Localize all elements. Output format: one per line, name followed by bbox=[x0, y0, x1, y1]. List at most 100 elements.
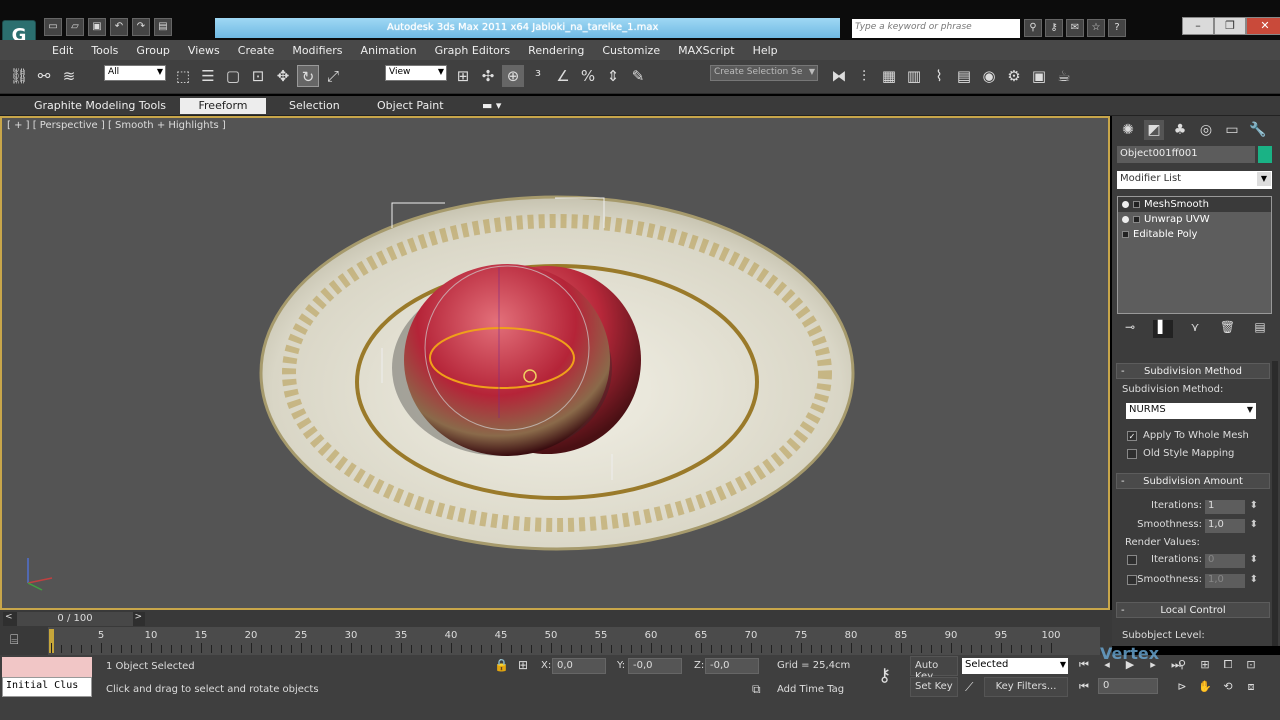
reference-coordinate-select[interactable]: View bbox=[385, 65, 447, 81]
select-rotate-icon[interactable]: ↻ bbox=[297, 65, 319, 87]
menu-rendering[interactable]: Rendering bbox=[519, 40, 593, 60]
lightbulb-icon[interactable] bbox=[1122, 216, 1129, 223]
menu-maxscript[interactable]: MAXScript bbox=[669, 40, 743, 60]
graphite-toggle-icon[interactable]: ▥ bbox=[903, 65, 925, 87]
perspective-viewport[interactable]: [ + ] [ Perspective ] [ Smooth + Highlig… bbox=[0, 116, 1110, 610]
make-unique-icon[interactable]: ⋎ bbox=[1185, 320, 1205, 338]
menu-customize[interactable]: Customize bbox=[593, 40, 669, 60]
y-coordinate-field[interactable]: -0,0 bbox=[628, 658, 682, 674]
bind-space-warp-icon[interactable]: ≋ bbox=[58, 65, 80, 87]
select-manipulate-icon[interactable]: ✣ bbox=[477, 65, 499, 87]
lightbulb-icon[interactable] bbox=[1122, 201, 1129, 208]
select-scale-icon[interactable]: ⤢ bbox=[322, 65, 344, 87]
render-production-icon[interactable]: ☕ bbox=[1053, 65, 1075, 87]
open-file-icon[interactable]: ▱ bbox=[66, 18, 84, 36]
project-folder-icon[interactable]: ▤ bbox=[154, 18, 172, 36]
layer-manager-icon[interactable]: ▦ bbox=[878, 65, 900, 87]
track-bar[interactable]: 5 10 15 20 25 30 35 40 45 50 55 60 65 70 75 80 85 90 95 100 bbox=[48, 627, 1100, 656]
key-mode-toggle-icon[interactable]: ⏮ bbox=[1074, 678, 1094, 696]
maxscript-listener-top[interactable] bbox=[2, 657, 92, 677]
spinner-snap-icon[interactable]: ⇕ bbox=[602, 65, 624, 87]
command-panel-scrollbar[interactable] bbox=[1272, 361, 1278, 646]
menu-graph-editors[interactable]: Graph Editors bbox=[426, 40, 520, 60]
modify-tab-icon[interactable]: ◩ bbox=[1144, 120, 1164, 140]
communication-icon[interactable]: ✉ bbox=[1066, 19, 1084, 37]
field-of-view-icon[interactable]: ⊳ bbox=[1172, 678, 1192, 696]
material-editor-icon[interactable]: ◉ bbox=[978, 65, 1000, 87]
angle-snap-icon[interactable]: ∠ bbox=[552, 65, 574, 87]
selection-filter-select[interactable]: All bbox=[104, 65, 166, 81]
menu-tools[interactable]: Tools bbox=[82, 40, 127, 60]
search-input[interactable]: Type a keyword or phrase bbox=[852, 19, 1020, 38]
save-file-icon[interactable]: ▣ bbox=[88, 18, 106, 36]
snap-toggle-icon[interactable]: ³ bbox=[527, 65, 549, 87]
percent-snap-icon[interactable]: % bbox=[577, 65, 599, 87]
select-by-name-icon[interactable]: ☰ bbox=[197, 65, 219, 87]
tab-selection[interactable]: Selection bbox=[283, 98, 346, 114]
pin-stack-icon[interactable]: ⊸ bbox=[1120, 320, 1140, 338]
maximize-viewport-icon[interactable]: ⧈ bbox=[1241, 678, 1261, 696]
subdivision-method-select[interactable]: NURMS bbox=[1126, 403, 1256, 419]
go-to-start-icon[interactable]: ⏮ bbox=[1074, 656, 1094, 674]
remove-modifier-icon[interactable]: 🗑 bbox=[1218, 320, 1238, 338]
minimize-icon[interactable]: – bbox=[1182, 17, 1214, 35]
object-color-swatch[interactable] bbox=[1258, 146, 1272, 163]
stack-item-meshsmooth[interactable]: MeshSmooth bbox=[1118, 197, 1271, 212]
mirror-icon[interactable]: ⧓ bbox=[828, 65, 850, 87]
menu-views[interactable]: Views bbox=[179, 40, 229, 60]
z-coordinate-field[interactable]: -0,0 bbox=[705, 658, 759, 674]
ribbon-options-icon[interactable]: ▬ ▾ bbox=[476, 98, 507, 114]
display-tab-icon[interactable]: ▭ bbox=[1222, 120, 1242, 140]
zoom-all-icon[interactable]: ⊞ bbox=[1195, 656, 1215, 674]
undo-icon[interactable]: ↶ bbox=[110, 18, 128, 36]
curve-editor-icon[interactable]: ⌇ bbox=[928, 65, 950, 87]
iterations-spinner[interactable]: 1 bbox=[1205, 500, 1258, 514]
time-slider[interactable]: < 0 / 100 > bbox=[3, 612, 145, 626]
time-tag-icon[interactable]: ⧉ bbox=[752, 682, 761, 697]
close-icon[interactable]: ✕ bbox=[1246, 17, 1280, 35]
object-name-field[interactable]: Object001ff001 bbox=[1117, 146, 1255, 163]
apply-whole-mesh-checkbox[interactable]: ✓ bbox=[1127, 431, 1137, 441]
render-iterations-spinner[interactable]: 0 bbox=[1205, 554, 1258, 568]
zoom-extents-icon[interactable]: ⧠ bbox=[1218, 656, 1238, 674]
rendered-frame-window-icon[interactable]: ▣ bbox=[1028, 65, 1050, 87]
align-icon[interactable]: ⫶ bbox=[853, 65, 875, 87]
menu-edit[interactable]: Edit bbox=[43, 40, 82, 60]
orbit-icon[interactable]: ⟲ bbox=[1218, 678, 1238, 696]
tab-graphite-modeling-tools[interactable]: Graphite Modeling Tools bbox=[28, 98, 172, 114]
time-slider-thumb[interactable]: 0 / 100 bbox=[17, 612, 133, 626]
hierarchy-tab-icon[interactable]: ♣ bbox=[1170, 120, 1190, 140]
stack-item-unwrap-uvw[interactable]: Unwrap UVW bbox=[1118, 212, 1271, 227]
restore-icon[interactable]: ❐ bbox=[1214, 17, 1246, 35]
rollout-subdivision-method[interactable]: - Subdivision Method bbox=[1116, 363, 1270, 379]
motion-tab-icon[interactable]: ◎ bbox=[1196, 120, 1216, 140]
prev-frame-icon[interactable]: < bbox=[5, 612, 13, 622]
edit-named-selection-icon[interactable]: ✎ bbox=[627, 65, 649, 87]
pivot-center-icon[interactable]: ⊞ bbox=[452, 65, 474, 87]
rollout-subdivision-amount[interactable]: - Subdivision Amount bbox=[1116, 473, 1270, 489]
unlink-icon[interactable]: ⚯ bbox=[33, 65, 55, 87]
menu-animation[interactable]: Animation bbox=[352, 40, 426, 60]
add-time-tag-button[interactable]: Add Time Tag bbox=[777, 684, 844, 695]
utilities-tab-icon[interactable]: 🔧 bbox=[1248, 120, 1268, 140]
select-object-icon[interactable]: ⬚ bbox=[172, 65, 194, 87]
smoothness-spinner[interactable]: 1,0 bbox=[1205, 519, 1258, 533]
lock-selection-icon[interactable]: 🔒 bbox=[494, 658, 509, 672]
rollout-local-control[interactable]: - Local Control bbox=[1116, 602, 1270, 618]
keyboard-shortcut-override-icon[interactable]: ⊕ bbox=[502, 65, 524, 87]
next-frame-icon[interactable]: > bbox=[134, 612, 142, 622]
current-frame-field[interactable]: 0 bbox=[1098, 678, 1158, 694]
show-end-result-icon[interactable]: ▌ bbox=[1152, 320, 1173, 338]
auto-key-button[interactable]: Auto Key bbox=[910, 656, 958, 682]
key-mode-select[interactable]: Selected bbox=[962, 658, 1068, 674]
new-file-icon[interactable]: ▭ bbox=[44, 18, 62, 36]
render-smoothness-spinner[interactable]: 1,0 bbox=[1205, 574, 1258, 588]
named-selection-set-select[interactable]: Create Selection Se bbox=[710, 65, 818, 81]
zoom-icon[interactable]: ⚲ bbox=[1172, 656, 1192, 674]
create-tab-icon[interactable]: ✺ bbox=[1118, 120, 1138, 140]
schematic-view-icon[interactable]: ▤ bbox=[953, 65, 975, 87]
zoom-extents-all-icon[interactable]: ⊡ bbox=[1241, 656, 1261, 674]
menu-create[interactable]: Create bbox=[229, 40, 284, 60]
favorites-star-icon[interactable]: ☆ bbox=[1087, 19, 1105, 37]
menu-help[interactable]: Help bbox=[744, 40, 787, 60]
